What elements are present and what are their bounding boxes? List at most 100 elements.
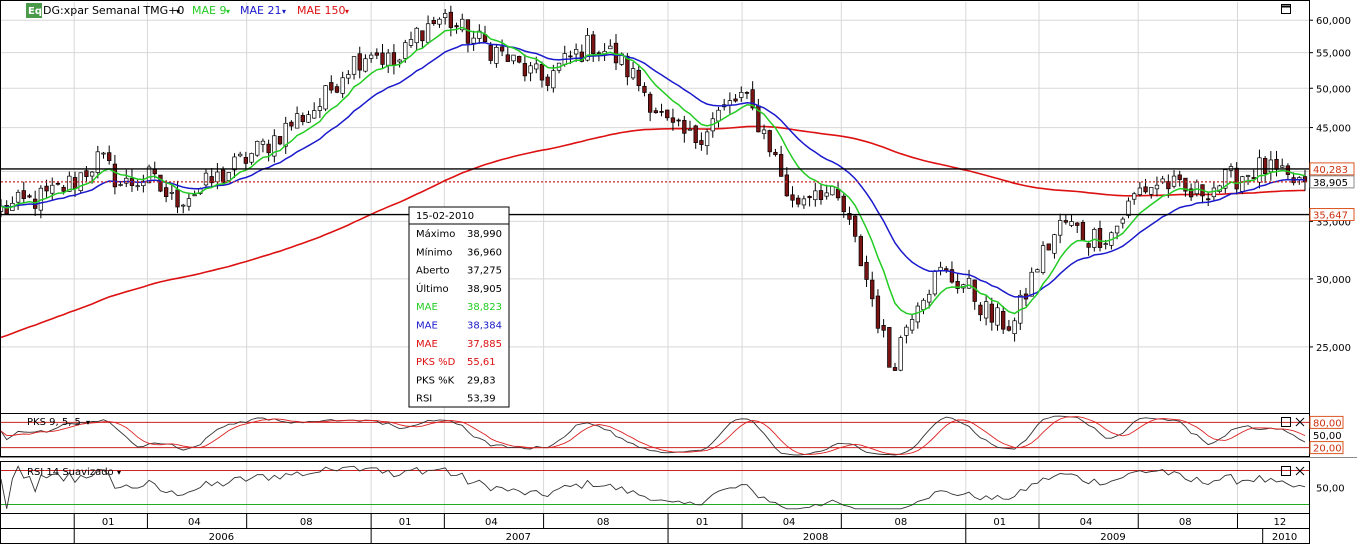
tooltip-row-value: 38,823 — [467, 302, 502, 313]
candle-body — [613, 42, 619, 64]
candle-body — [687, 128, 693, 131]
level-label: 40,283 — [1313, 165, 1348, 176]
price-tick-label: 30,000 — [1316, 275, 1351, 286]
candle-body — [107, 152, 112, 162]
candle-body — [112, 163, 118, 188]
candle-body — [1240, 176, 1245, 192]
candle-body — [277, 136, 283, 145]
candle-body — [852, 215, 858, 237]
candle-body — [648, 93, 653, 113]
candle-body — [744, 92, 750, 94]
candle-body — [471, 37, 476, 44]
mae21-dropdown-icon[interactable]: ▾ — [282, 7, 286, 16]
candle-body — [317, 106, 323, 111]
candle-body — [551, 70, 556, 89]
symbol-title[interactable]: DG:xpar Semanal TMG+0 — [43, 4, 184, 17]
candle-body — [778, 154, 784, 177]
candle-body — [1097, 228, 1103, 248]
tooltip-row-value: 29,83 — [467, 375, 496, 386]
candle-body — [425, 23, 431, 43]
candle-body — [807, 195, 812, 199]
candle-body — [835, 188, 841, 199]
rsi-title[interactable]: RSI 14 Suavizado — [27, 467, 114, 478]
candle-body — [403, 42, 408, 59]
candle-body — [1035, 269, 1040, 273]
candle-body — [1211, 187, 1217, 198]
candle-body — [203, 172, 209, 186]
year-label: 2009 — [1100, 532, 1125, 543]
candle-body — [323, 85, 328, 110]
candle-body — [1069, 221, 1074, 226]
candle-body — [915, 305, 920, 323]
candle-body — [573, 49, 579, 55]
candle-body — [192, 194, 197, 197]
candle-body — [72, 177, 78, 189]
candle-body — [972, 279, 977, 302]
candle-body — [1080, 222, 1086, 241]
level-label: 38,905 — [1313, 178, 1348, 189]
candle-body — [870, 279, 875, 300]
candle-body — [306, 114, 311, 123]
month-label: 04 — [485, 517, 498, 528]
tooltip-row-value: 55,61 — [467, 357, 496, 368]
tooltip-row-value: 38,384 — [467, 321, 502, 332]
candle-body — [1137, 187, 1143, 196]
candle-body — [1052, 234, 1057, 254]
candle-body — [1262, 158, 1268, 175]
candle-body — [568, 55, 573, 58]
candle-body — [1154, 184, 1160, 190]
mae150-legend[interactable]: MAE 150 — [297, 4, 345, 17]
candle-body — [733, 98, 738, 102]
candle-body — [539, 64, 545, 81]
candle-body — [266, 143, 271, 154]
candle-body — [784, 174, 789, 197]
candle-body — [351, 56, 357, 75]
candle-body — [101, 152, 106, 155]
candle-body — [904, 326, 909, 336]
candle-body — [818, 190, 824, 201]
candle-body — [892, 367, 898, 371]
pks-title[interactable]: PKS 9, 5, 5 — [27, 417, 81, 428]
candle-body — [682, 119, 687, 134]
tooltip-date: 15-02-2010 — [416, 211, 474, 222]
candle-body — [340, 77, 345, 94]
candle-body — [1001, 310, 1006, 330]
price-tick-label: 25,000 — [1316, 343, 1351, 354]
candle-body — [175, 189, 180, 208]
month-label: 08 — [597, 517, 610, 528]
candle-body — [89, 171, 95, 177]
pks-dropdown-icon[interactable]: ▾ — [86, 418, 90, 427]
candle-body — [1075, 222, 1080, 226]
mae9-dropdown-icon[interactable]: ▾ — [226, 7, 230, 16]
candle-body — [1245, 175, 1251, 177]
tooltip-row-value: 38,905 — [467, 284, 502, 295]
pks-tick-label: 50,00 — [1313, 431, 1342, 442]
year-label: 2007 — [506, 532, 531, 543]
tooltip-row-label: RSI — [416, 394, 432, 405]
candle-body — [181, 204, 186, 207]
mae21-legend[interactable]: MAE 21 — [240, 4, 281, 17]
tooltip-row-label: PKS %D — [416, 357, 456, 368]
candle-body — [374, 52, 379, 56]
candle-body — [653, 110, 658, 114]
tooltip-row-label: Último — [416, 282, 449, 295]
rsi-dropdown-icon[interactable]: ▾ — [117, 468, 121, 477]
level-label: 35,647 — [1313, 211, 1348, 222]
candle-body — [448, 11, 454, 28]
symbol-dropdown-icon[interactable]: ▾ — [176, 7, 180, 16]
candle-body — [226, 172, 231, 181]
candle-body — [169, 192, 174, 194]
candle-body — [1194, 181, 1199, 195]
mae9-legend[interactable]: MAE 9 — [192, 4, 226, 17]
tooltip-row-label: Aberto — [416, 266, 450, 277]
candle-body — [357, 53, 362, 71]
candle-body — [966, 277, 972, 289]
candle-body — [50, 184, 55, 194]
candle-body — [813, 190, 818, 201]
candle-body — [437, 18, 442, 25]
candle-body — [704, 131, 710, 147]
stock-chart[interactable]: 25,00030,00035,00040,00045,00050,00055,0… — [0, 0, 1357, 544]
month-label: 08 — [300, 517, 313, 528]
mae150-dropdown-icon[interactable]: ▾ — [345, 7, 349, 16]
candle-body — [1012, 320, 1017, 335]
